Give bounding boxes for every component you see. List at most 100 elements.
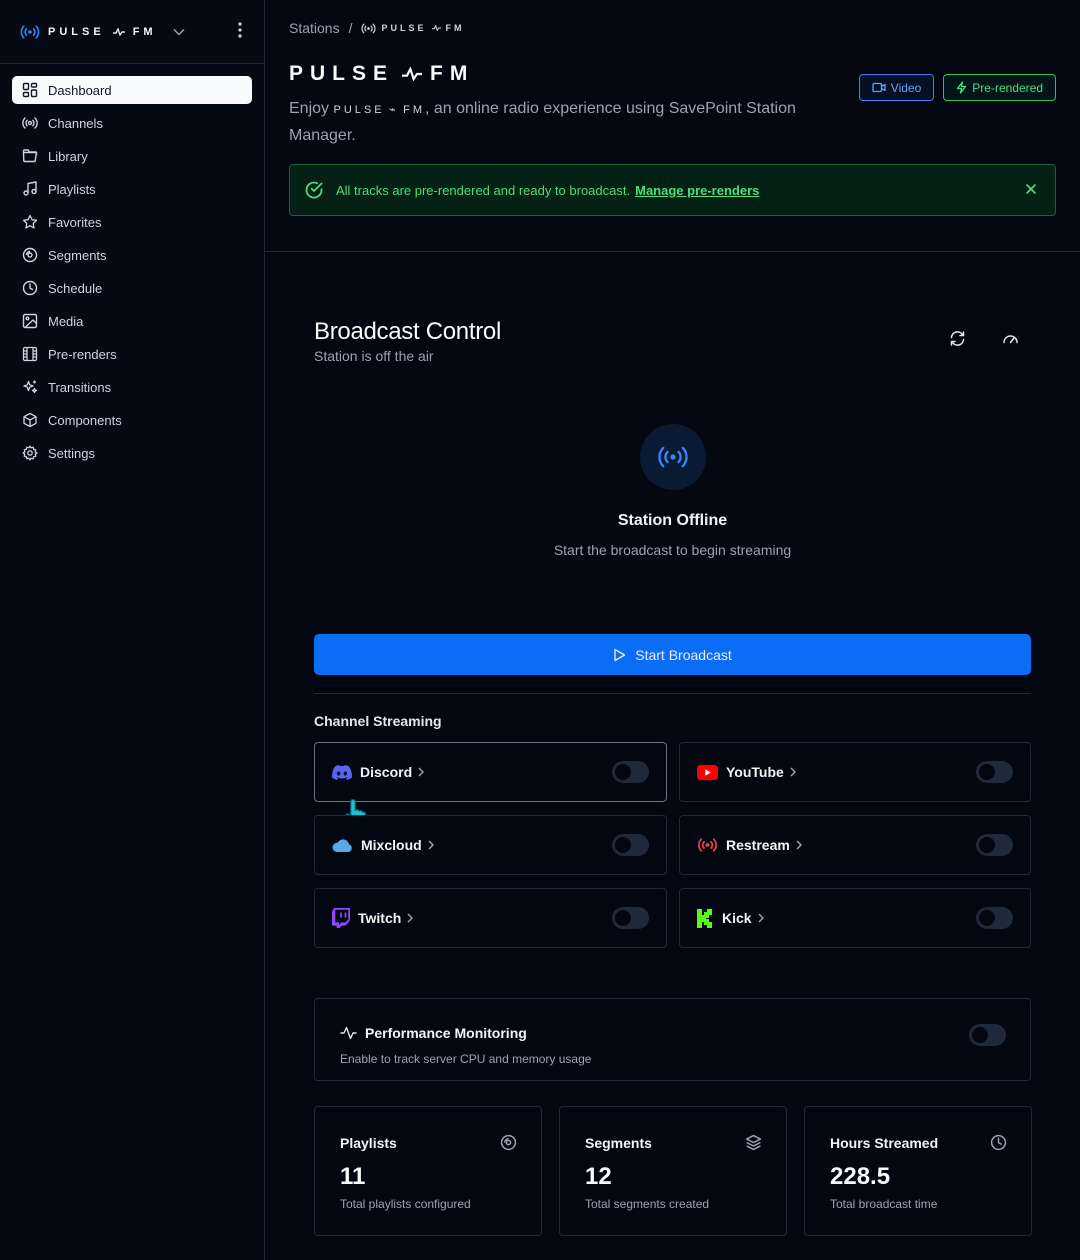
sidebar-item-label: Dashboard xyxy=(48,82,112,98)
video-button[interactable]: Video xyxy=(858,74,935,101)
channel-card-youtube[interactable]: YouTube xyxy=(679,742,1031,802)
sidebar-item-library[interactable]: Library xyxy=(12,142,252,170)
broadcast-icon xyxy=(20,24,40,39)
broadcast-icon xyxy=(697,838,718,852)
sidebar-item-dashboard[interactable]: Dashboard xyxy=(12,76,252,104)
sidebar-item-pre-renders[interactable]: Pre-renders xyxy=(12,340,252,368)
clock-icon xyxy=(990,1134,1007,1151)
breadcrumb-separator: / xyxy=(348,20,353,36)
close-icon[interactable] xyxy=(1025,183,1037,195)
brand-suffix: FM xyxy=(132,25,157,38)
video-camera-icon xyxy=(872,82,886,93)
stat-card-hours-streamed: Hours Streamed 228.5 Total broadcast tim… xyxy=(804,1106,1032,1236)
header-actions: Video Pre-rendered xyxy=(858,74,1056,101)
chevron-right-icon xyxy=(407,913,414,923)
subtitle-brand-suffix: FM xyxy=(403,104,425,116)
broadcast-status: Station is off the air xyxy=(314,348,434,364)
music-note-icon xyxy=(22,181,38,197)
gauge-icon[interactable] xyxy=(1002,330,1019,347)
pulse-wave-icon xyxy=(402,67,423,81)
success-alert: All tracks are pre-rendered and ready to… xyxy=(289,164,1056,216)
performance-toggle[interactable] xyxy=(969,1024,1006,1046)
activity-icon xyxy=(340,1026,357,1040)
page-title-suffix: FM xyxy=(430,62,475,85)
breadcrumb-brand-suffix: FM xyxy=(445,23,465,33)
page-subtitle: Enjoy PULSE ⌁ FM, an online radio experi… xyxy=(289,96,829,148)
chevron-right-icon xyxy=(418,767,425,777)
stat-title: Segments xyxy=(585,1135,652,1151)
offline-state: Station Offline Start the broadcast to b… xyxy=(314,424,1031,558)
performance-monitoring-card: Performance Monitoring Enable to track s… xyxy=(314,998,1031,1081)
broadcast-icon xyxy=(361,23,376,34)
channel-grid: Discord YouTube Mixcloud Restream Twitch… xyxy=(314,742,1031,948)
sidebar-item-label: Media xyxy=(48,313,84,329)
channel-card-restream[interactable]: Restream xyxy=(679,815,1031,875)
channel-card-mixcloud[interactable]: Mixcloud xyxy=(314,815,667,875)
stat-card-segments: Segments 12 Total segments created xyxy=(559,1106,787,1236)
clock-icon xyxy=(22,280,38,296)
start-broadcast-button[interactable]: Start Broadcast xyxy=(314,634,1031,675)
stat-title: Hours Streamed xyxy=(830,1135,939,1151)
pulse-wave-icon xyxy=(112,27,125,36)
brand-logo[interactable]: PULSE FM xyxy=(20,24,185,39)
broadcast-title: Broadcast Control xyxy=(314,318,501,345)
restream-toggle[interactable] xyxy=(976,834,1013,856)
manage-prerenders-link[interactable]: Manage pre-renders xyxy=(635,183,759,198)
sidebar-item-media[interactable]: Media xyxy=(12,307,252,335)
sidebar-item-transitions[interactable]: Transitions xyxy=(12,373,252,401)
sidebar-item-segments[interactable]: Segments xyxy=(12,241,252,269)
more-vertical-icon[interactable] xyxy=(238,22,242,38)
sidebar-item-favorites[interactable]: Favorites xyxy=(12,208,252,236)
sidebar-item-schedule[interactable]: Schedule xyxy=(12,274,252,302)
channel-card-twitch[interactable]: Twitch xyxy=(314,888,667,948)
stats-grid: Playlists 11 Total playlists configured … xyxy=(314,1106,1032,1236)
chevron-down-icon[interactable] xyxy=(173,28,185,36)
subtitle-prefix: Enjoy xyxy=(289,100,330,117)
breadcrumb: Stations / PULSE FM xyxy=(289,20,1056,36)
discord-toggle[interactable] xyxy=(612,761,649,783)
lightning-icon xyxy=(956,81,967,94)
channel-card-kick[interactable]: Kick xyxy=(679,888,1031,948)
mixcloud-toggle[interactable] xyxy=(612,834,649,856)
broadcast-icon xyxy=(657,446,689,468)
sparkles-icon xyxy=(22,379,38,395)
sidebar-item-channels[interactable]: Channels xyxy=(12,109,252,137)
divider xyxy=(314,693,1031,694)
twitch-toggle[interactable] xyxy=(612,907,649,929)
prerendered-button[interactable]: Pre-rendered xyxy=(943,74,1056,101)
sidebar-item-label: Components xyxy=(48,412,122,428)
breadcrumb-brand-name: PULSE xyxy=(381,23,427,33)
youtube-toggle[interactable] xyxy=(976,761,1013,783)
sidebar-nav: Dashboard Channels Library Playlists Fav… xyxy=(0,64,264,484)
stat-value: 11 xyxy=(340,1163,366,1190)
check-circle-icon xyxy=(304,180,324,200)
sidebar-item-settings[interactable]: Settings xyxy=(12,439,252,467)
refresh-icon[interactable] xyxy=(949,330,966,347)
performance-title-row: Performance Monitoring xyxy=(340,1025,1005,1041)
broadcast-icon xyxy=(22,115,38,131)
broadcast-actions xyxy=(949,330,1019,347)
sidebar-item-label: Playlists xyxy=(48,181,96,197)
sidebar-item-components[interactable]: Components xyxy=(12,406,252,434)
kick-toggle[interactable] xyxy=(976,907,1013,929)
radio-status-indicator xyxy=(639,424,706,490)
channel-card-discord[interactable]: Discord xyxy=(314,742,667,829)
cloud-icon xyxy=(332,838,353,852)
broadcast-panel: Broadcast Control Station is off the air… xyxy=(314,252,1032,1236)
gear-icon xyxy=(22,445,38,461)
sidebar: PULSE FM Dashboard Channels Library Play… xyxy=(0,0,265,1260)
pulse-wave-icon xyxy=(431,25,441,31)
disc-icon xyxy=(22,247,38,263)
sidebar-item-playlists[interactable]: Playlists xyxy=(12,175,252,203)
star-icon xyxy=(22,214,38,230)
chevron-right-icon xyxy=(790,767,796,777)
performance-title: Performance Monitoring xyxy=(365,1025,527,1041)
offline-subtitle: Start the broadcast to begin streaming xyxy=(553,542,792,558)
breadcrumb-stations[interactable]: Stations xyxy=(289,20,340,36)
prerendered-button-label: Pre-rendered xyxy=(972,80,1043,95)
sidebar-item-label: Settings xyxy=(48,445,95,461)
station-switcher[interactable]: PULSE FM xyxy=(0,0,264,64)
breadcrumb-station[interactable]: PULSE FM xyxy=(361,23,464,34)
brand-name: PULSE xyxy=(48,25,105,38)
image-icon xyxy=(22,313,38,329)
